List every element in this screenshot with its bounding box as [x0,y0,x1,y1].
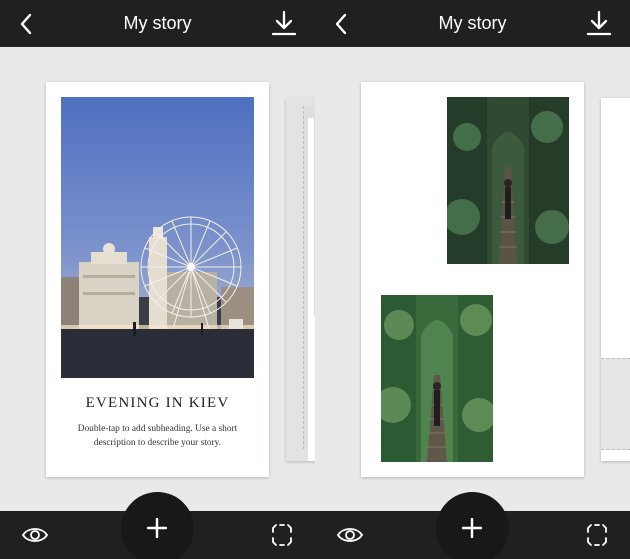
plus-icon [462,518,482,538]
plus-icon [147,518,167,538]
eye-icon[interactable] [21,525,49,545]
top-bar: My story [315,0,630,47]
add-page-button[interactable] [121,492,194,559]
add-page-button[interactable] [436,492,509,559]
story-description[interactable]: Double-tap to add subheading. Use a shor… [68,422,247,450]
forest-railway-image [447,97,569,264]
story-card[interactable] [361,82,584,477]
ferris-wheel-image [61,97,254,378]
download-icon[interactable] [269,10,299,38]
page-title: My story [438,13,507,33]
story-card[interactable]: EVENING IN KIEV Double-tap to add subhea… [46,82,269,477]
preview-strip [308,118,314,436]
next-page-preview[interactable] [286,98,315,461]
forest-railway-image [381,295,493,462]
story-photo-bottom[interactable] [381,295,493,462]
download-icon[interactable] [584,10,614,38]
page-title: My story [123,13,192,33]
story-editor-screen-1: My story EVENING IN KIEV Double-tap to a… [0,0,315,559]
top-bar: My story [0,0,315,47]
next-page-preview[interactable] [601,98,630,461]
preview-placeholder [601,358,630,450]
eye-icon[interactable] [336,525,364,545]
story-editor-screen-2: My story [315,0,630,559]
focus-frame-icon[interactable] [270,523,294,547]
story-photo[interactable] [61,97,254,378]
story-heading[interactable]: EVENING IN KIEV [46,395,269,412]
story-photo-top[interactable] [447,97,569,264]
focus-frame-icon[interactable] [585,523,609,547]
